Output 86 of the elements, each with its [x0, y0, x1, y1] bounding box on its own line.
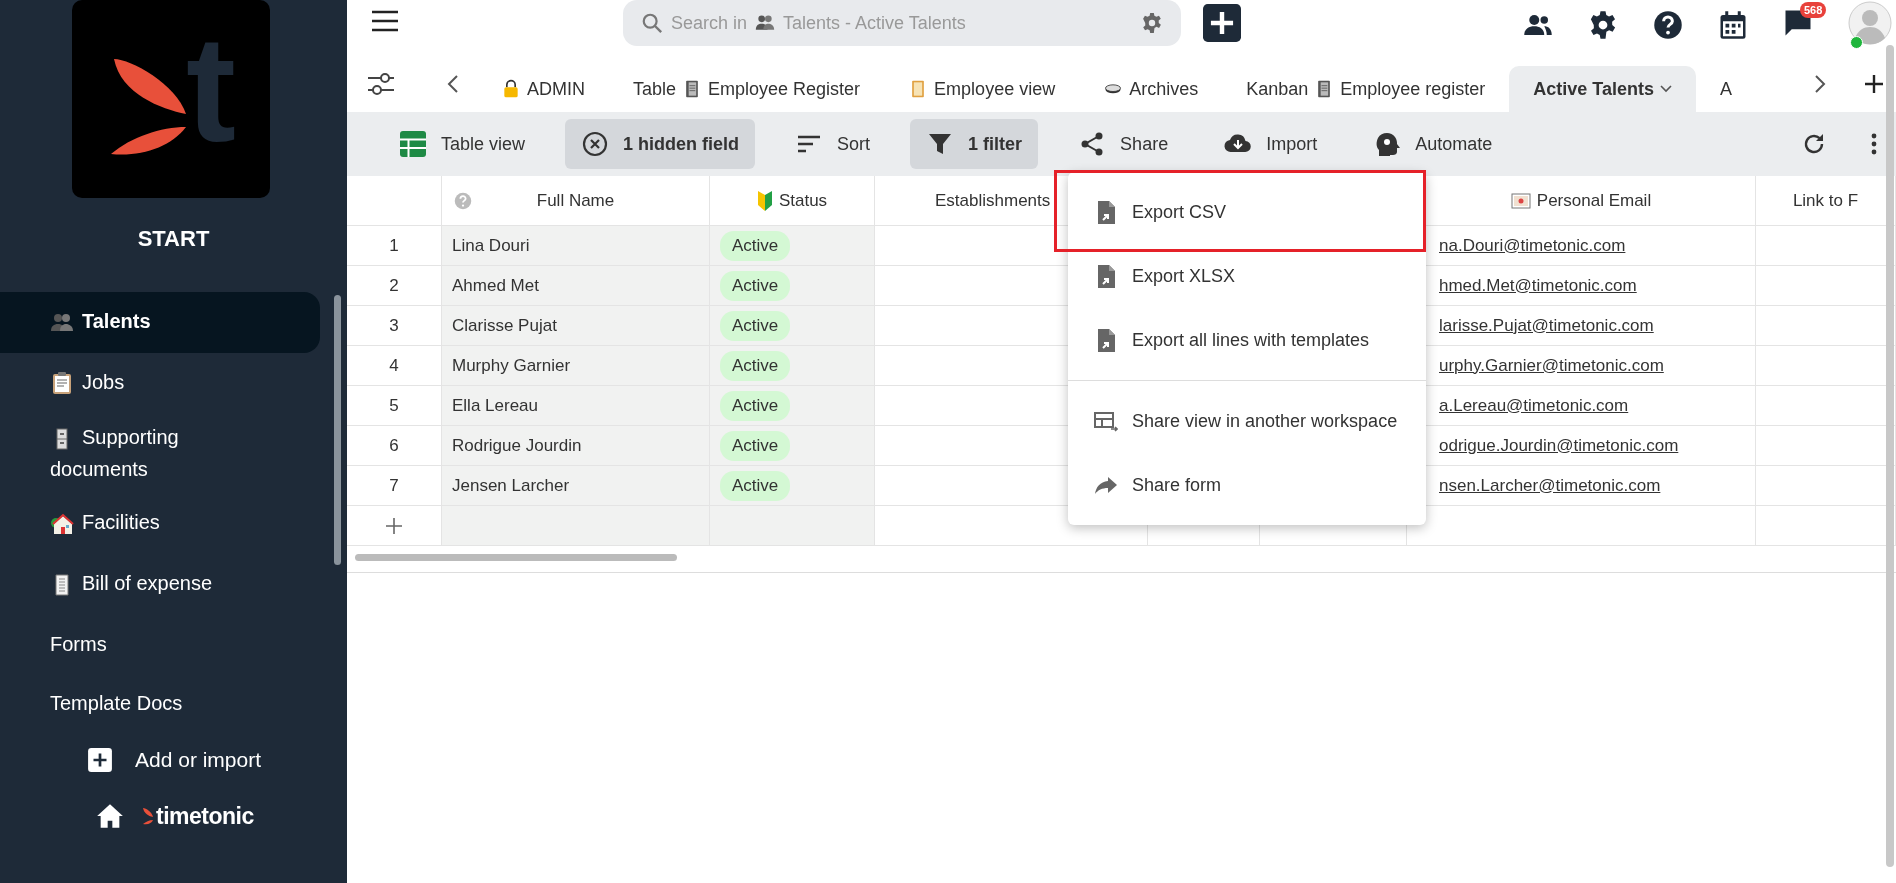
menu-item[interactable]: Share form — [1068, 453, 1426, 517]
menu-icon — [371, 10, 399, 32]
help-icon — [454, 191, 472, 210]
clipboard-icon — [50, 371, 74, 396]
calendar-icon — [1718, 10, 1748, 40]
status-tag: Active — [720, 310, 791, 341]
status-tag: Active — [720, 270, 791, 301]
view-tab[interactable]: Kanban Employee register — [1222, 66, 1510, 112]
table-cell: Jensen Larcher — [442, 466, 710, 506]
table-cell: Clarisse Pujat — [442, 306, 710, 346]
table-cell: Ahmed Met — [442, 266, 710, 306]
view-tab[interactable]: Active Talents — [1509, 66, 1697, 112]
view-tab[interactable]: A — [1696, 66, 1757, 112]
email-link[interactable]: larisse.Pujat@timetonic.com — [1439, 315, 1654, 336]
table-cell: Rodrigue Jourdin — [442, 426, 710, 466]
workspace-title: START — [136, 226, 211, 252]
add-icon — [1864, 74, 1884, 94]
status-tag: Active — [720, 430, 791, 461]
view-tab[interactable]: Archives — [1079, 66, 1223, 112]
petal-icon — [142, 807, 154, 826]
scrollbar[interactable] — [334, 295, 341, 565]
toolbar-button[interactable]: Import — [1208, 119, 1334, 169]
settings-icon — [1141, 12, 1163, 34]
view-tab[interactable]: Employee view — [884, 66, 1080, 112]
brand-logo: timetonic — [142, 802, 254, 830]
toolbar-button[interactable]: Sort — [779, 119, 887, 169]
table-cell: Ella Lereau — [442, 386, 710, 426]
sidebar-item[interactable]: Bill of expense — [0, 554, 320, 615]
menu-item[interactable]: Export XLSX — [1068, 244, 1426, 308]
settings-icon — [1588, 10, 1618, 40]
scrollbar[interactable] — [355, 554, 677, 561]
people-icon — [755, 13, 776, 33]
toolbar-button[interactable]: 1 hidden field — [565, 119, 756, 169]
email-link[interactable]: hmed.Met@timetonic.com — [1439, 275, 1637, 296]
chevron-right-icon — [1814, 75, 1826, 93]
column-header: Status — [710, 176, 875, 226]
scrollbar[interactable] — [1886, 45, 1894, 867]
lock-icon — [501, 79, 521, 99]
email-link[interactable]: nsen.Larcher@timetonic.com — [1439, 475, 1661, 496]
view-tab[interactable]: ADMIN — [477, 66, 609, 112]
sidebar-item[interactable]: Talents — [0, 292, 320, 353]
email-link[interactable]: urphy.Garnier@timetonic.com — [1439, 355, 1664, 376]
table-arrow-icon — [1094, 409, 1118, 433]
status-tag: Active — [720, 470, 791, 501]
add-button[interactable]: Add or import — [87, 746, 347, 773]
more-icon — [1870, 132, 1878, 156]
caret-icon — [1660, 85, 1673, 93]
table-cell: Murphy Garnier — [442, 346, 710, 386]
email-link[interactable]: odrigue.Jourdin@timetonic.com — [1439, 435, 1679, 456]
envelope-icon — [1510, 192, 1531, 209]
toolbar-button[interactable]: Table view — [383, 119, 542, 169]
sidebar-item[interactable]: Jobs — [0, 352, 320, 414]
sidebar-item[interactable]: Facilities — [0, 493, 320, 555]
refresh-icon — [1802, 132, 1826, 156]
add-row-icon — [385, 516, 403, 535]
home-icon — [96, 803, 124, 830]
sliders-icon — [367, 71, 395, 97]
avatar-icon — [1848, 1, 1892, 45]
toolbar-button[interactable]: Automate — [1357, 119, 1509, 169]
email-link[interactable]: na.Douri@timetonic.com — [1439, 235, 1626, 256]
leaf-icon — [756, 190, 773, 211]
close-circle-icon — [581, 130, 610, 158]
toolbar-button[interactable]: 1 filter — [910, 119, 1039, 169]
column-header: Full Name — [442, 176, 710, 226]
table-cell: Lina Douri — [442, 226, 710, 266]
toolbar-button[interactable]: Share — [1062, 119, 1185, 169]
table-icon — [399, 130, 427, 158]
email-link[interactable]: a.Lereau@timetonic.com — [1439, 395, 1629, 416]
sidebar-item[interactable]: Supporting documents — [0, 413, 320, 494]
plus-icon — [87, 746, 113, 773]
column-header: Link to F — [1756, 176, 1896, 226]
house-icon — [50, 512, 74, 537]
search-icon — [641, 12, 663, 34]
help-icon — [1653, 10, 1683, 40]
sidebar-item[interactable]: Forms — [0, 614, 320, 674]
view-tab[interactable]: Table Employee Register — [609, 66, 885, 112]
status-tag: Active — [720, 350, 791, 381]
status-tag: Active — [720, 230, 791, 261]
chevron-left-icon — [447, 75, 459, 93]
sidebar-item[interactable]: Template Docs — [0, 673, 320, 733]
add-icon — [1203, 4, 1241, 42]
menu-item[interactable]: Share view in another workspace — [1068, 389, 1426, 453]
status-tag: Active — [720, 390, 791, 421]
notification-badge: 568 — [1800, 2, 1827, 18]
logo-letter: t — [186, 14, 236, 164]
menu-item[interactable]: Export all lines with templates — [1068, 308, 1426, 372]
